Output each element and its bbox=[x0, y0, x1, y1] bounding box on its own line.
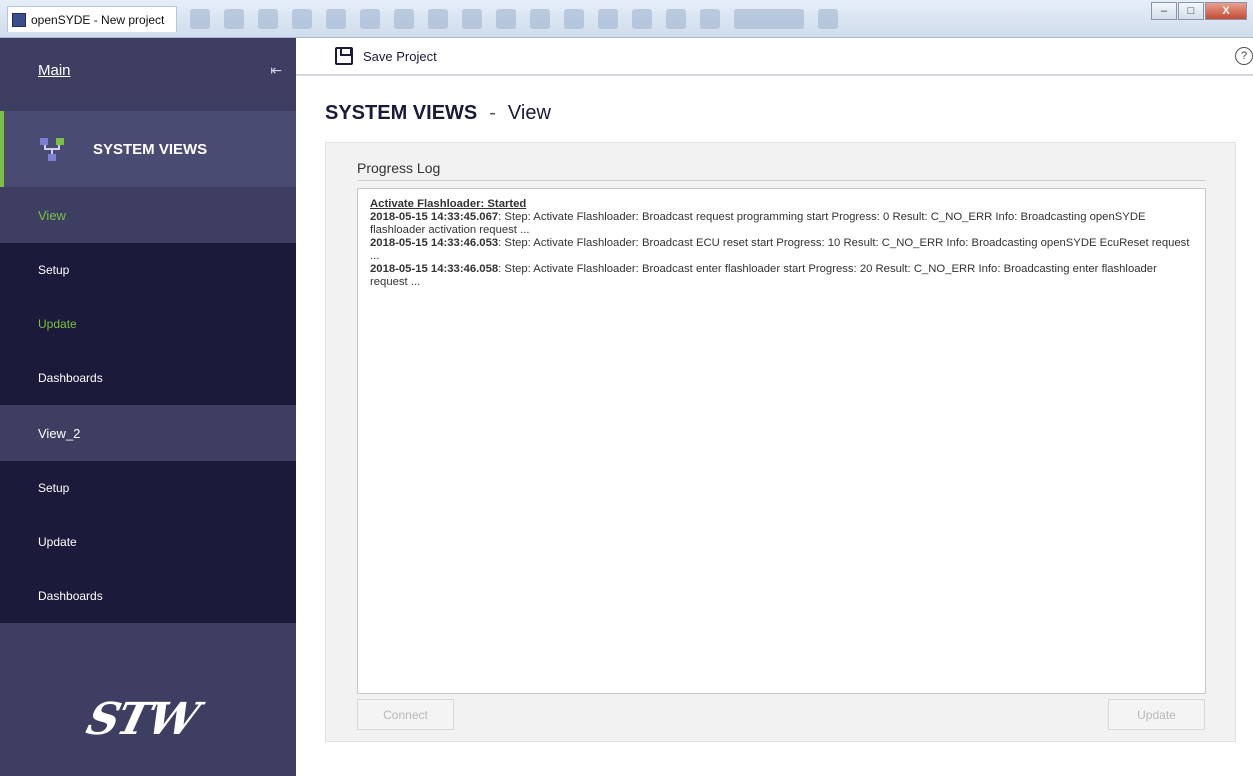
page-title-separator: - bbox=[489, 102, 496, 124]
window-titlebar: openSYDE - New project – □ X bbox=[0, 0, 1253, 38]
app-icon bbox=[12, 12, 26, 27]
save-project-button[interactable]: Save Project bbox=[335, 47, 437, 65]
minimize-button[interactable]: – bbox=[1151, 2, 1177, 20]
page-title: SYSTEM VIEWS - View bbox=[325, 102, 551, 125]
network-icon bbox=[38, 136, 68, 162]
window-title: openSYDE - New project bbox=[31, 12, 165, 27]
sidebar-item-view-setup[interactable]: Setup bbox=[0, 243, 296, 297]
window-controls: – □ X bbox=[1151, 2, 1247, 20]
sidebar-main-label[interactable]: Main bbox=[38, 62, 71, 79]
page-title-sub: View bbox=[507, 102, 551, 124]
stw-logo: STW bbox=[81, 694, 203, 745]
log-header: Activate Flashloader: Started bbox=[370, 198, 527, 210]
update-button[interactable]: Update bbox=[1108, 699, 1205, 730]
taskbar-icons bbox=[190, 6, 1090, 32]
progress-panel: Progress Log Activate Flashloader: Start… bbox=[325, 142, 1236, 742]
window-title-tab[interactable]: openSYDE - New project bbox=[7, 6, 177, 32]
sidebar-section-title: SYSTEM VIEWS bbox=[93, 140, 208, 158]
save-project-label: Save Project bbox=[363, 48, 437, 64]
progress-log-title: Progress Log bbox=[357, 160, 441, 176]
log-entry: 2018-05-15 14:33:46.058: Step: Activate … bbox=[370, 263, 1193, 289]
toolbar: Save Project ? bbox=[296, 38, 1253, 76]
sidebar: Main ⇤ SYSTEM VIEWS View Setup Update Da… bbox=[0, 38, 296, 776]
exit-icon[interactable]: ⇤ bbox=[270, 62, 282, 79]
page-title-main: SYSTEM VIEWS bbox=[325, 102, 478, 124]
sidebar-item-view[interactable]: View bbox=[0, 187, 296, 243]
save-icon bbox=[335, 47, 353, 65]
log-entry: 2018-05-15 14:33:46.053: Step: Activate … bbox=[370, 237, 1193, 263]
sidebar-item-view-dashboards[interactable]: Dashboards bbox=[0, 351, 296, 405]
maximize-button[interactable]: □ bbox=[1178, 2, 1204, 20]
log-entry: 2018-05-15 14:33:45.067: Step: Activate … bbox=[370, 211, 1193, 237]
sidebar-section-system-views[interactable]: SYSTEM VIEWS bbox=[0, 111, 296, 187]
sidebar-item-view-2-setup[interactable]: Setup bbox=[0, 461, 296, 515]
log-timestamp: 2018-05-15 14:33:45.067 bbox=[370, 211, 499, 223]
help-icon[interactable]: ? bbox=[1235, 47, 1253, 65]
sidebar-item-view-2-dashboards[interactable]: Dashboards bbox=[0, 569, 296, 623]
sidebar-item-view-2-update[interactable]: Update bbox=[0, 515, 296, 569]
connect-button[interactable]: Connect bbox=[357, 699, 454, 730]
sidebar-main-link[interactable]: Main ⇤ bbox=[0, 38, 296, 103]
sidebar-item-view-update[interactable]: Update bbox=[0, 297, 296, 351]
log-timestamp: 2018-05-15 14:33:46.058 bbox=[370, 263, 499, 275]
progress-log[interactable]: Activate Flashloader: Started 2018-05-15… bbox=[357, 188, 1206, 694]
divider bbox=[357, 180, 1206, 181]
sidebar-item-view-2[interactable]: View_2 bbox=[0, 405, 296, 461]
log-timestamp: 2018-05-15 14:33:46.053 bbox=[370, 237, 499, 249]
close-button[interactable]: X bbox=[1205, 2, 1247, 20]
